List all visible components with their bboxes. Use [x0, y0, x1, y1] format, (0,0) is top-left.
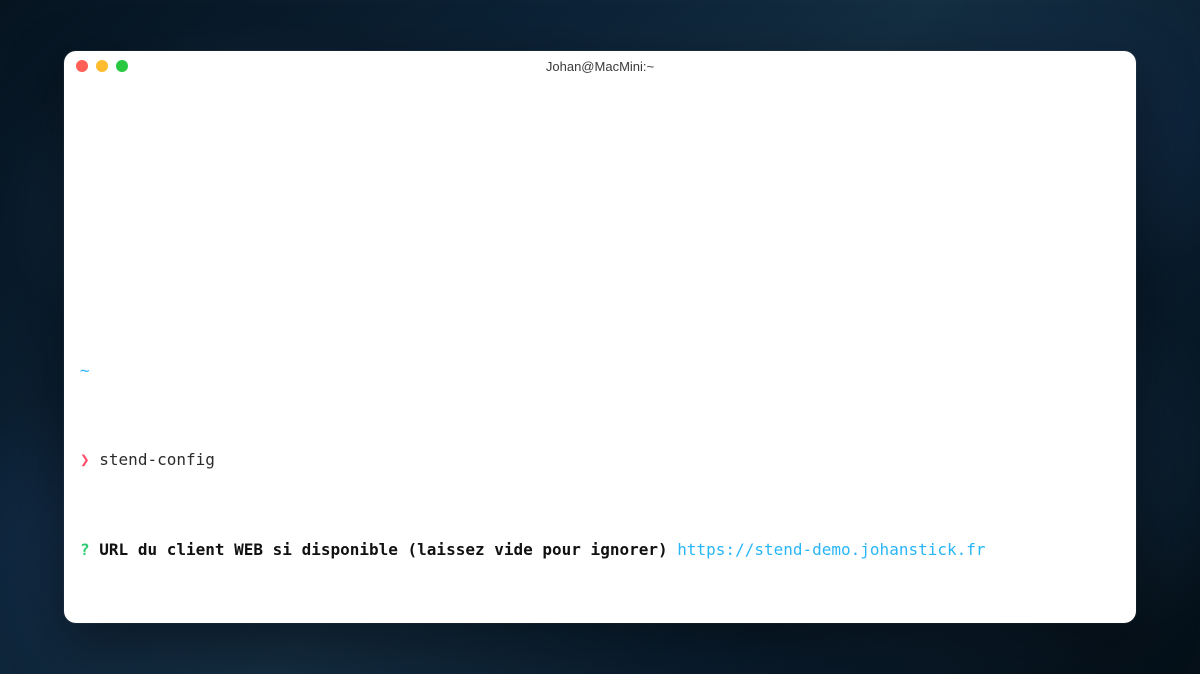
traffic-lights [76, 60, 128, 72]
cwd-indicator: ~ [80, 360, 1120, 382]
question-label: URL du client WEB si disponible (laissez… [99, 540, 667, 559]
close-icon[interactable] [76, 60, 88, 72]
tilde-icon: ~ [80, 361, 90, 380]
command-text: stend-config [99, 450, 215, 469]
titlebar[interactable]: Johan@MacMini:~ [64, 51, 1136, 81]
command-line-1: ❯ stend-config [80, 449, 1120, 471]
minimize-icon[interactable] [96, 60, 108, 72]
maximize-icon[interactable] [116, 60, 128, 72]
prompt-icon: ❯ [80, 450, 90, 469]
terminal-window: Johan@MacMini:~ ~ ❯ stend-config ? URL d… [64, 51, 1136, 623]
window-title: Johan@MacMini:~ [546, 59, 654, 74]
terminal-body[interactable]: ~ ❯ stend-config ? URL du client WEB si … [64, 81, 1136, 623]
question-icon: ? [80, 540, 90, 559]
prompt-question-1: ? URL du client WEB si disponible (laiss… [80, 539, 1120, 561]
question-answer: https://stend-demo.johanstick.fr [677, 540, 985, 559]
